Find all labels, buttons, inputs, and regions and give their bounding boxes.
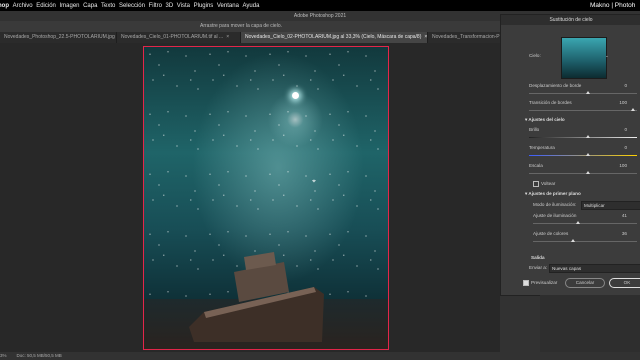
menu-seleccion[interactable]: Selección (119, 3, 145, 9)
scale-value[interactable]: 100 (619, 163, 627, 168)
menu-filtro[interactable]: Filtro (149, 3, 162, 9)
scale-label: Escala (529, 163, 543, 168)
checkbox-icon[interactable] (533, 181, 539, 187)
color-adjust-label: Ajuste de colores (533, 231, 569, 236)
menu-vista[interactable]: Vista (177, 3, 190, 9)
lighting-adjust-slider[interactable] (533, 223, 637, 224)
output-section: Salida (531, 255, 545, 260)
checkbox-checked-icon[interactable] (523, 280, 529, 286)
lighting-adjust-knob[interactable] (576, 221, 580, 224)
tab-label: Novedades_Transformacion-P (432, 34, 500, 40)
chevron-down-icon[interactable]: ⌄ (605, 53, 609, 59)
flip-label: Voltear (541, 181, 556, 187)
tab-label: Novedades_Cielo_02-PHOTOLARIUM.jpg al 33… (245, 34, 422, 40)
fade-edge-knob[interactable] (631, 108, 635, 111)
sky-adjust-section[interactable]: ▾ Ajustes del cielo (525, 117, 565, 123)
temperature-value[interactable]: 0 (624, 145, 627, 150)
tab-doc-2[interactable]: Novedades_Cielo_01-PHOTOLARIUM.tif al ..… (117, 32, 241, 43)
temperature-knob[interactable] (586, 153, 590, 156)
menu-imagen[interactable]: Imagen (59, 3, 79, 9)
tab-label: Novedades_Cielo_01-PHOTOLARIUM.tif al ..… (121, 34, 224, 40)
lighting-mode-select[interactable]: Multiplicar (581, 201, 640, 210)
sky-adjust-title: Ajustes del cielo (528, 117, 565, 122)
app-menu[interactable]: hop (0, 3, 9, 9)
dialog-title: Sustitución de cielo (501, 15, 640, 25)
tab-doc-3[interactable]: Novedades_Cielo_02-PHOTOLARIUM.jpg al 33… (241, 32, 428, 43)
flip-checkbox[interactable]: Voltear (533, 181, 555, 187)
menu-archivo[interactable]: Archivo (13, 3, 33, 9)
foreground-title: Ajustes de primer plano (528, 191, 581, 196)
color-adjust-knob[interactable] (571, 239, 575, 242)
temperature-label: Temperatura (529, 145, 555, 150)
shift-edge-slider[interactable] (529, 93, 637, 94)
menu-ayuda[interactable]: Ayuda (243, 3, 260, 9)
lighting-adjust-value[interactable]: 41 (622, 213, 627, 218)
menu-edicion[interactable]: Edición (36, 3, 56, 9)
cancel-button[interactable]: Cancelar (565, 278, 605, 288)
brightness-label: Brillo (529, 127, 540, 132)
tab-label: Novedades_Photoshop_22.5-PHOTOLARIUM.jpg (4, 34, 115, 40)
lighting-mode-label: Modo de iluminación: (533, 202, 577, 207)
watermark: Makno | Photoh (590, 2, 636, 9)
foreground-section[interactable]: ▾ Ajustes de primer plano (525, 191, 581, 197)
lighting-adjust-label: Ajuste de iluminación (533, 213, 577, 218)
shift-edge-knob[interactable] (586, 91, 590, 94)
close-icon[interactable]: × (226, 32, 229, 43)
shift-edge-value[interactable]: 0 (624, 83, 627, 88)
fade-edge-label: Transición de bordes (529, 100, 572, 105)
output-to-select[interactable]: Nuevas capas (549, 264, 640, 273)
fade-edge-value[interactable]: 100 (619, 100, 627, 105)
menu-3d[interactable]: 3D (166, 3, 174, 9)
ok-button[interactable]: OK (609, 278, 640, 288)
brightness-slider[interactable] (529, 137, 637, 138)
preview-label: Previsualizar (531, 280, 558, 286)
preview-checkbox[interactable]: Previsualizar (523, 280, 557, 286)
close-icon[interactable]: × (424, 32, 427, 43)
shift-edge-label: Desplazamiento de borde (529, 83, 582, 88)
menu-texto[interactable]: Texto (101, 3, 115, 9)
cursor-icon: ⌖ (312, 178, 316, 185)
brightness-value[interactable]: 0 (624, 127, 627, 132)
sky-replacement-dialog: Sustitución de cielo Cielo: ⌄ Desplazami… (500, 14, 640, 296)
brightness-knob[interactable] (586, 135, 590, 138)
scale-slider[interactable] (529, 173, 637, 174)
color-adjust-slider[interactable] (533, 241, 637, 242)
sky-thumbnail[interactable] (561, 37, 607, 79)
document-image[interactable] (143, 46, 389, 350)
tab-doc-1[interactable]: Novedades_Photoshop_22.5-PHOTOLARIUM.jpg… (0, 32, 117, 43)
menu-plugins[interactable]: Plugins (194, 3, 214, 9)
color-adjust-value[interactable]: 36 (622, 231, 627, 236)
menu-capa[interactable]: Capa (83, 3, 97, 9)
menu-ventana[interactable]: Ventana (217, 3, 239, 9)
moon (292, 92, 299, 99)
doc-size[interactable]: Doc: 50,5 MB/50,5 MB (17, 352, 62, 360)
status-bar: 3% Doc: 50,5 MB/50,5 MB (0, 352, 640, 360)
zoom-level[interactable]: 3% (0, 352, 7, 360)
output-to-label: Enviar a: (529, 265, 548, 270)
sky-label: Cielo: (529, 53, 541, 58)
fade-edge-slider[interactable] (529, 110, 637, 111)
options-hint: Arrastre para mover la capa de cielo. (200, 23, 282, 29)
boat-wreck (189, 252, 324, 342)
layers-panel (540, 295, 640, 352)
menu-bar: hop Archivo Edición Imagen Capa Texto Se… (0, 0, 640, 11)
temperature-slider[interactable] (529, 155, 637, 156)
scale-knob[interactable] (586, 171, 590, 174)
